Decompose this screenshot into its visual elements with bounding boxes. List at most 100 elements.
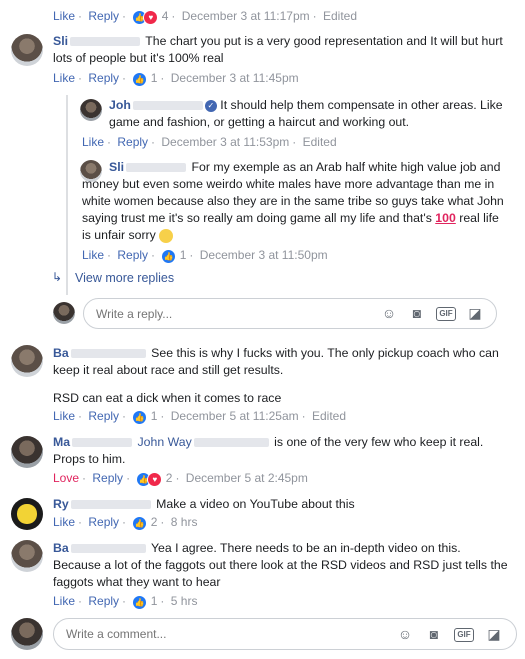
author-name[interactable]: Ry [53, 497, 69, 511]
avatar [53, 302, 75, 324]
like-link[interactable]: Like [82, 135, 104, 149]
comment-body: Ry Make a video on YouTube about this [53, 496, 508, 513]
timestamp[interactable]: December 3 at 11:50pm [200, 248, 328, 262]
reactions[interactable]: 👍 ♥ [132, 10, 159, 26]
avatar[interactable] [11, 345, 43, 377]
comment-actions: Like · Reply · 👍 2 · 8 hrs [53, 515, 198, 532]
like-reaction-icon: 👍 [132, 595, 148, 611]
timestamp[interactable]: December 5 at 2:45pm [186, 471, 308, 485]
edited-label: Edited [322, 9, 357, 23]
avatar[interactable] [11, 498, 43, 530]
reply-link[interactable]: Reply [88, 409, 119, 423]
sticker-icon[interactable]: ◪ [485, 625, 503, 643]
reply-input-box[interactable]: ☺ ◙ GIF ◪ [83, 298, 497, 329]
timestamp[interactable]: December 3 at 11:17pm [182, 9, 310, 23]
redacted-name [70, 37, 141, 47]
love-link[interactable]: Love [53, 471, 79, 485]
like-reaction-icon: 👍 [161, 249, 177, 265]
reply-input[interactable] [96, 299, 344, 328]
comment-actions: Like · Reply · December 3 at 11:53pm · Edit… [82, 135, 337, 149]
view-more-replies-link[interactable]: View more replies [75, 271, 174, 285]
reactions[interactable]: 👍 [132, 72, 148, 88]
author-name[interactable]: Ba [53, 346, 69, 360]
like-link[interactable]: Like [53, 9, 75, 23]
timestamp[interactable]: 8 hrs [171, 515, 198, 529]
edited-label: Edited [302, 135, 337, 149]
comment-body: Sli The chart you put is a very good rep… [53, 33, 503, 67]
comment-actions: Like · Reply · 👍 1 · December 5 at 11:25am ·… [53, 409, 346, 426]
comment-input[interactable] [66, 619, 344, 649]
comment-actions: Love · Reply · 👍 ♥ 2 · December 5 at 2:45pm [53, 471, 308, 488]
reactions[interactable]: 👍 [132, 516, 148, 532]
reply-link[interactable]: Reply [117, 248, 148, 262]
avatar[interactable] [11, 34, 43, 66]
gif-icon[interactable]: GIF [436, 307, 456, 321]
reactions[interactable]: 👍 ♥ [136, 472, 163, 488]
like-link[interactable]: Like [53, 409, 75, 423]
reply-link[interactable]: Reply [88, 594, 119, 608]
comment-body: Sli For my exemple as an Arab half white… [82, 159, 507, 244]
redacted-name [70, 544, 146, 554]
comment-body: Ba See this is why I fucks with you. The… [53, 345, 508, 379]
camera-icon[interactable]: ◙ [408, 304, 426, 322]
redacted-name [193, 438, 269, 448]
verified-badge-icon: ✓ [204, 99, 217, 112]
camera-icon[interactable]: ◙ [425, 625, 443, 643]
reactions[interactable]: 👍 [161, 249, 177, 265]
redacted-name [70, 349, 146, 359]
author-name[interactable]: Joh [109, 98, 131, 112]
comment-text-line: RSD can eat a dick when it comes to race [53, 391, 282, 405]
author-name[interactable]: Ba [53, 541, 69, 555]
smile-icon[interactable]: ☺ [380, 304, 398, 322]
reply-link[interactable]: Reply [88, 9, 119, 23]
reply-link[interactable]: Reply [88, 515, 119, 529]
comment-text: Make a video on YouTube about this [156, 497, 355, 511]
author-name[interactable]: Sli [53, 34, 68, 48]
like-reaction-icon: 👍 [132, 516, 148, 532]
timestamp[interactable]: December 3 at 11:45pm [171, 71, 299, 85]
reaction-count: 1 [150, 71, 158, 85]
redacted-name [132, 101, 203, 111]
mentioned-name[interactable]: John Way [138, 435, 192, 449]
reactions[interactable]: 👍 [132, 410, 148, 426]
reaction-count: 1 [150, 409, 158, 423]
redacted-name [70, 500, 151, 510]
like-link[interactable]: Like [82, 248, 104, 262]
emoji-icon [159, 228, 174, 243]
reply-link[interactable]: Reply [92, 471, 123, 485]
comment-actions: Like · Reply · 👍 ♥ 4 · December 3 at 11:17pm… [53, 9, 357, 26]
avatar [11, 618, 43, 650]
sticker-icon[interactable]: ◪ [466, 304, 484, 322]
reply-link[interactable]: Reply [88, 71, 119, 85]
reaction-count: 2 [165, 471, 173, 485]
timestamp[interactable]: December 3 at 11:53pm [161, 135, 289, 149]
reply-thread-line [66, 95, 68, 295]
like-link[interactable]: Like [53, 594, 75, 608]
reply-arrow-icon: ↳ [52, 270, 63, 284]
like-link[interactable]: Like [53, 515, 75, 529]
reaction-count: 2 [150, 515, 158, 529]
reaction-count: 4 [161, 9, 169, 23]
reply-link[interactable]: Reply [117, 135, 148, 149]
author-name[interactable]: Ma [53, 435, 70, 449]
author-name[interactable]: Sli [109, 160, 124, 174]
comment-input-box[interactable]: ☺ ◙ GIF ◪ [53, 618, 517, 650]
love-reaction-icon: ♥ [147, 472, 163, 488]
comment-body: Ma John Way is one of the very few who k… [53, 434, 508, 468]
comment-body: Ba Yea I agree. There needs to be an in-… [53, 540, 508, 591]
reaction-count: 1 [179, 248, 187, 262]
timestamp[interactable]: 5 hrs [171, 594, 198, 608]
like-link[interactable]: Like [53, 71, 75, 85]
smile-icon[interactable]: ☺ [396, 625, 414, 643]
like-reaction-icon: 👍 [132, 410, 148, 426]
avatar[interactable] [80, 99, 102, 121]
avatar[interactable] [11, 436, 43, 468]
reactions[interactable]: 👍 [132, 595, 148, 611]
redacted-name [126, 163, 187, 173]
gif-icon[interactable]: GIF [454, 628, 474, 642]
comment-actions: Like · Reply · 👍 1 · December 3 at 11:50pm [82, 248, 328, 265]
like-reaction-icon: 👍 [132, 72, 148, 88]
timestamp[interactable]: December 5 at 11:25am [171, 409, 299, 423]
redacted-name [72, 438, 133, 448]
avatar[interactable] [11, 540, 43, 572]
